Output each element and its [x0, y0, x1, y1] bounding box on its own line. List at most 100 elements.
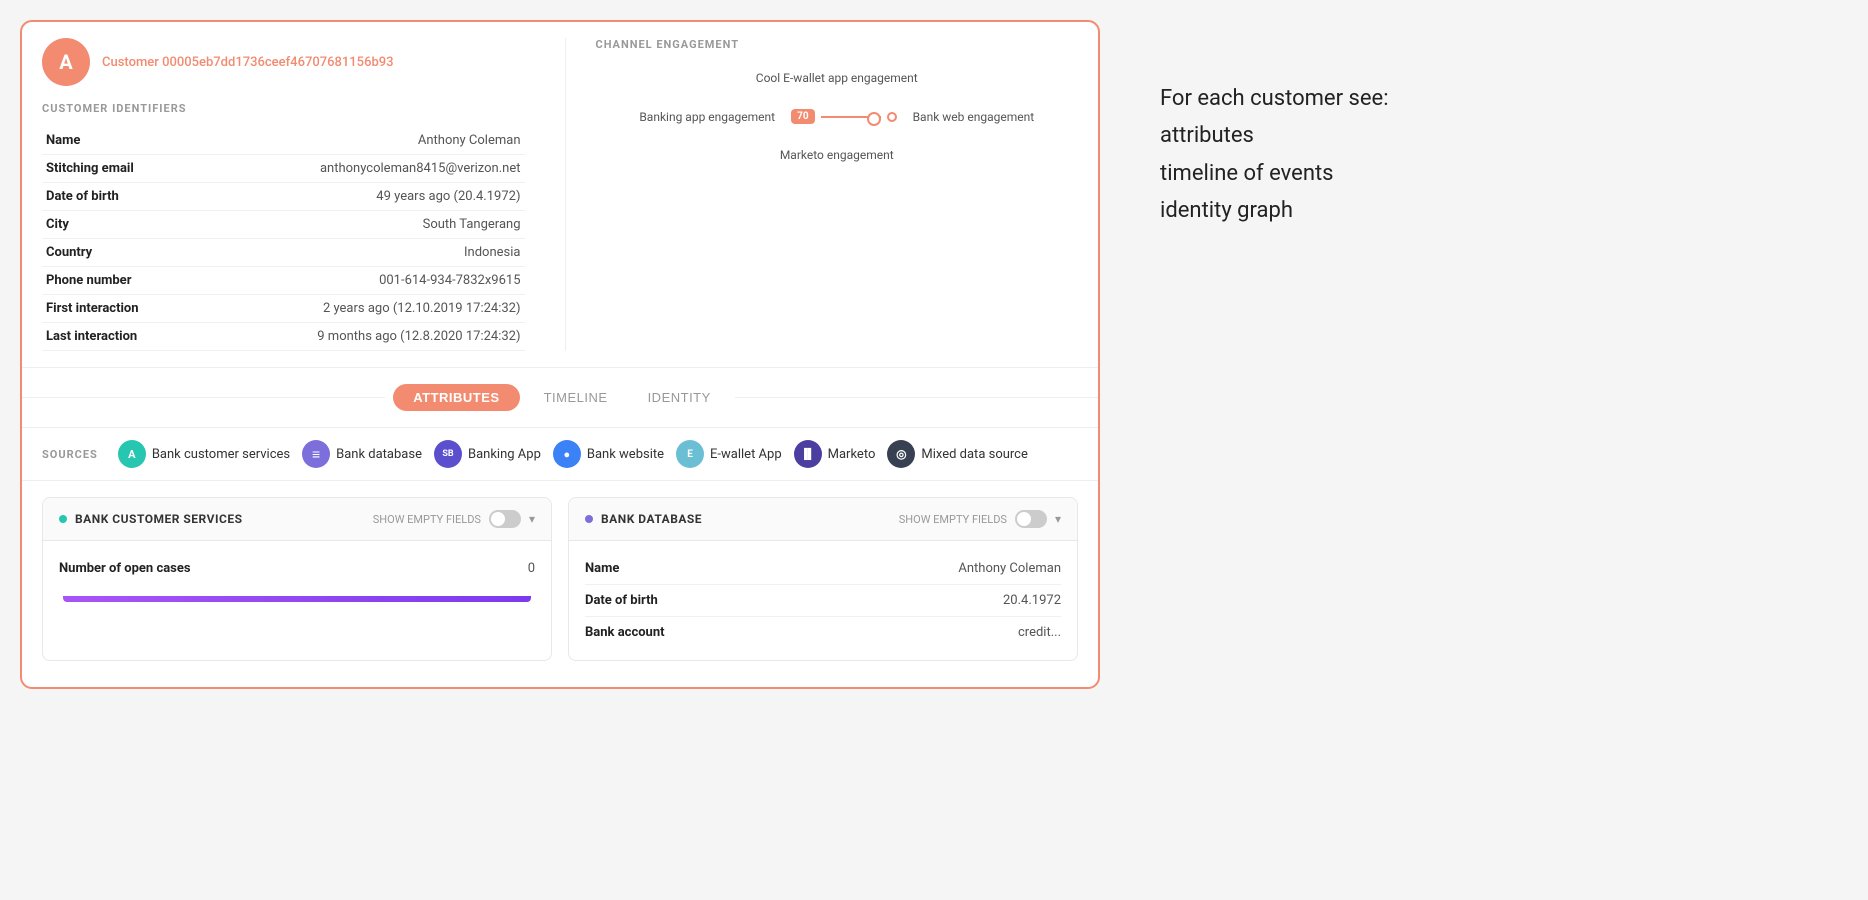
channel-marketo: Marketo engagement — [780, 148, 894, 162]
main-panel: A Customer 00005eb7dd1736ceef46707681156… — [20, 20, 1100, 689]
first-interaction-value: 2 years ago (12.10.2019 17:24:32) — [235, 295, 525, 323]
first-interaction-label: First interaction — [42, 295, 235, 323]
table-row: Country Indonesia — [42, 239, 525, 267]
sidebar-description: For each customer see:attributestimeline… — [1160, 80, 1470, 230]
bottom-bar-bcs — [63, 596, 531, 602]
channel-title: CHANNEL ENGAGEMENT — [596, 38, 1079, 51]
phone-value: 001-614-934-7832x9615 — [235, 267, 525, 295]
dob-label: Date of birth — [42, 183, 235, 211]
customer-info-panel: A Customer 00005eb7dd1736ceef46707681156… — [42, 38, 545, 351]
stitching-email-label: Stitching email — [42, 155, 235, 183]
tab-divider-right — [735, 397, 1098, 398]
dob-value: 49 years ago (20.4.1972) — [235, 183, 525, 211]
chevron-down-icon-bcs[interactable]: ▾ — [529, 512, 535, 526]
top-section: A Customer 00005eb7dd1736ceef46707681156… — [22, 22, 1098, 368]
show-empty-label-bd: SHOW EMPTY FIELDS — [899, 513, 1007, 526]
source-icon-marketo: ▐▌ — [794, 440, 822, 468]
attr-card-title-text-bd: BANK DATABASE — [601, 512, 702, 526]
source-label-bank-database: Bank database — [336, 447, 422, 462]
source-icon-bank-website: ● — [553, 440, 581, 468]
bd-account-label: Bank account — [585, 625, 665, 640]
toggle-bd[interactable] — [1015, 510, 1047, 528]
avatar: A — [42, 38, 90, 86]
attr-card-title-bcs: BANK CUSTOMER SERVICES — [59, 512, 242, 526]
channel-endpoint — [887, 112, 897, 122]
city-value: South Tangerang — [235, 211, 525, 239]
sources-section: SOURCES A Bank customer services ≡ Bank … — [22, 428, 1098, 481]
show-empty-label-bcs: SHOW EMPTY FIELDS — [373, 513, 481, 526]
table-row: Stitching email anthonycoleman8415@veriz… — [42, 155, 525, 183]
toggle-bcs[interactable] — [489, 510, 521, 528]
table-row: Date of birth 49 years ago (20.4.1972) — [42, 183, 525, 211]
chevron-down-icon-bd[interactable]: ▾ — [1055, 512, 1061, 526]
last-interaction-value: 9 months ago (12.8.2020 17:24:32) — [235, 323, 525, 351]
source-chip-banking-app[interactable]: SB Banking App — [434, 440, 541, 468]
source-icon-mixed: ◎ — [887, 440, 915, 468]
name-value: Anthony Coleman — [235, 127, 525, 155]
table-row: First interaction 2 years ago (12.10.201… — [42, 295, 525, 323]
source-chip-bank-website[interactable]: ● Bank website — [553, 440, 664, 468]
attr-card-header-bcs: BANK CUSTOMER SERVICES SHOW EMPTY FIELDS… — [43, 498, 551, 541]
bd-name-value: Anthony Coleman — [958, 561, 1061, 576]
source-icon-ewallet: E — [676, 440, 704, 468]
channel-diagram: Cool E-wallet app engagement Banking app… — [596, 71, 1079, 162]
table-row: City South Tangerang — [42, 211, 525, 239]
sidebar-text: For each customer see:attributestimeline… — [1140, 20, 1490, 290]
tab-divider-left — [22, 397, 385, 398]
channel-banking-app: Banking app engagement — [639, 110, 775, 124]
name-label: Name — [42, 127, 235, 155]
phone-label: Phone number — [42, 267, 235, 295]
customer-id: Customer 00005eb7dd1736ceef46707681156b9… — [102, 55, 394, 70]
sources-label: SOURCES — [42, 448, 98, 461]
attr-card-bank-database: BANK DATABASE SHOW EMPTY FIELDS ▾ Name A… — [568, 497, 1078, 661]
vertical-divider — [565, 38, 566, 351]
open-cases-value: 0 — [528, 561, 535, 576]
country-value: Indonesia — [235, 239, 525, 267]
source-icon-bank-customer-services: A — [118, 440, 146, 468]
attr-card-title-bd: BANK DATABASE — [585, 512, 702, 526]
country-label: Country — [42, 239, 235, 267]
stitching-email-value: anthonycoleman8415@verizon.net — [235, 155, 525, 183]
source-chip-ewallet[interactable]: E E-wallet App — [676, 440, 782, 468]
source-chip-mixed[interactable]: ◎ Mixed data source — [887, 440, 1028, 468]
source-label-ewallet: E-wallet App — [710, 447, 782, 462]
attr-card-body-bcs: Number of open cases 0 — [43, 541, 551, 596]
city-label: City — [42, 211, 235, 239]
attr-card-bank-customer-services: BANK CUSTOMER SERVICES SHOW EMPTY FIELDS… — [42, 497, 552, 661]
tab-identity[interactable]: IDENTITY — [632, 384, 727, 411]
bd-dob-label: Date of birth — [585, 593, 658, 608]
channel-bank-web: Bank web engagement — [913, 110, 1035, 124]
table-row: Last interaction 9 months ago (12.8.2020… — [42, 323, 525, 351]
source-icon-bank-database: ≡ — [302, 440, 330, 468]
tab-attributes[interactable]: ATTRIBUTES — [393, 384, 519, 411]
attr-card-header-bd: BANK DATABASE SHOW EMPTY FIELDS ▾ — [569, 498, 1077, 541]
attr-dot-bcs — [59, 515, 67, 523]
bd-account-value: credit... — [1018, 625, 1061, 640]
attr-row-name: Name Anthony Coleman — [585, 553, 1061, 585]
channel-middle-row: Banking app engagement 70 Bank web engag… — [596, 109, 1079, 124]
last-interaction-label: Last interaction — [42, 323, 235, 351]
source-label-bank-customer-services: Bank customer services — [152, 447, 290, 462]
attr-card-body-bd: Name Anthony Coleman Date of birth 20.4.… — [569, 541, 1077, 660]
attr-card-title-text-bcs: BANK CUSTOMER SERVICES — [75, 512, 242, 526]
customer-identifiers-label: CUSTOMER IDENTIFIERS — [42, 102, 525, 115]
source-chip-bank-database[interactable]: ≡ Bank database — [302, 440, 422, 468]
channel-center: 70 — [791, 109, 896, 124]
table-row: Phone number 001-614-934-7832x9615 — [42, 267, 525, 295]
attr-dot-bd — [585, 515, 593, 523]
attr-row-open-cases: Number of open cases 0 — [59, 553, 535, 584]
source-label-banking-app: Banking App — [468, 447, 541, 462]
attr-card-controls-bcs: SHOW EMPTY FIELDS ▾ — [373, 510, 535, 528]
attr-row-bank-account: Bank account credit... — [585, 617, 1061, 648]
source-chip-bank-customer-services[interactable]: A Bank customer services — [118, 440, 290, 468]
channel-ewallet: Cool E-wallet app engagement — [756, 71, 918, 85]
customer-info-table: Name Anthony Coleman Stitching email ant… — [42, 127, 525, 351]
tab-timeline[interactable]: TIMELINE — [528, 384, 624, 411]
tabs-section: ATTRIBUTES TIMELINE IDENTITY — [22, 368, 1098, 428]
source-icon-banking-app: SB — [434, 440, 462, 468]
channel-line — [821, 116, 881, 118]
attr-row-dob: Date of birth 20.4.1972 — [585, 585, 1061, 617]
customer-header: A Customer 00005eb7dd1736ceef46707681156… — [42, 38, 525, 86]
source-label-marketo: Marketo — [828, 447, 876, 462]
source-chip-marketo[interactable]: ▐▌ Marketo — [794, 440, 876, 468]
